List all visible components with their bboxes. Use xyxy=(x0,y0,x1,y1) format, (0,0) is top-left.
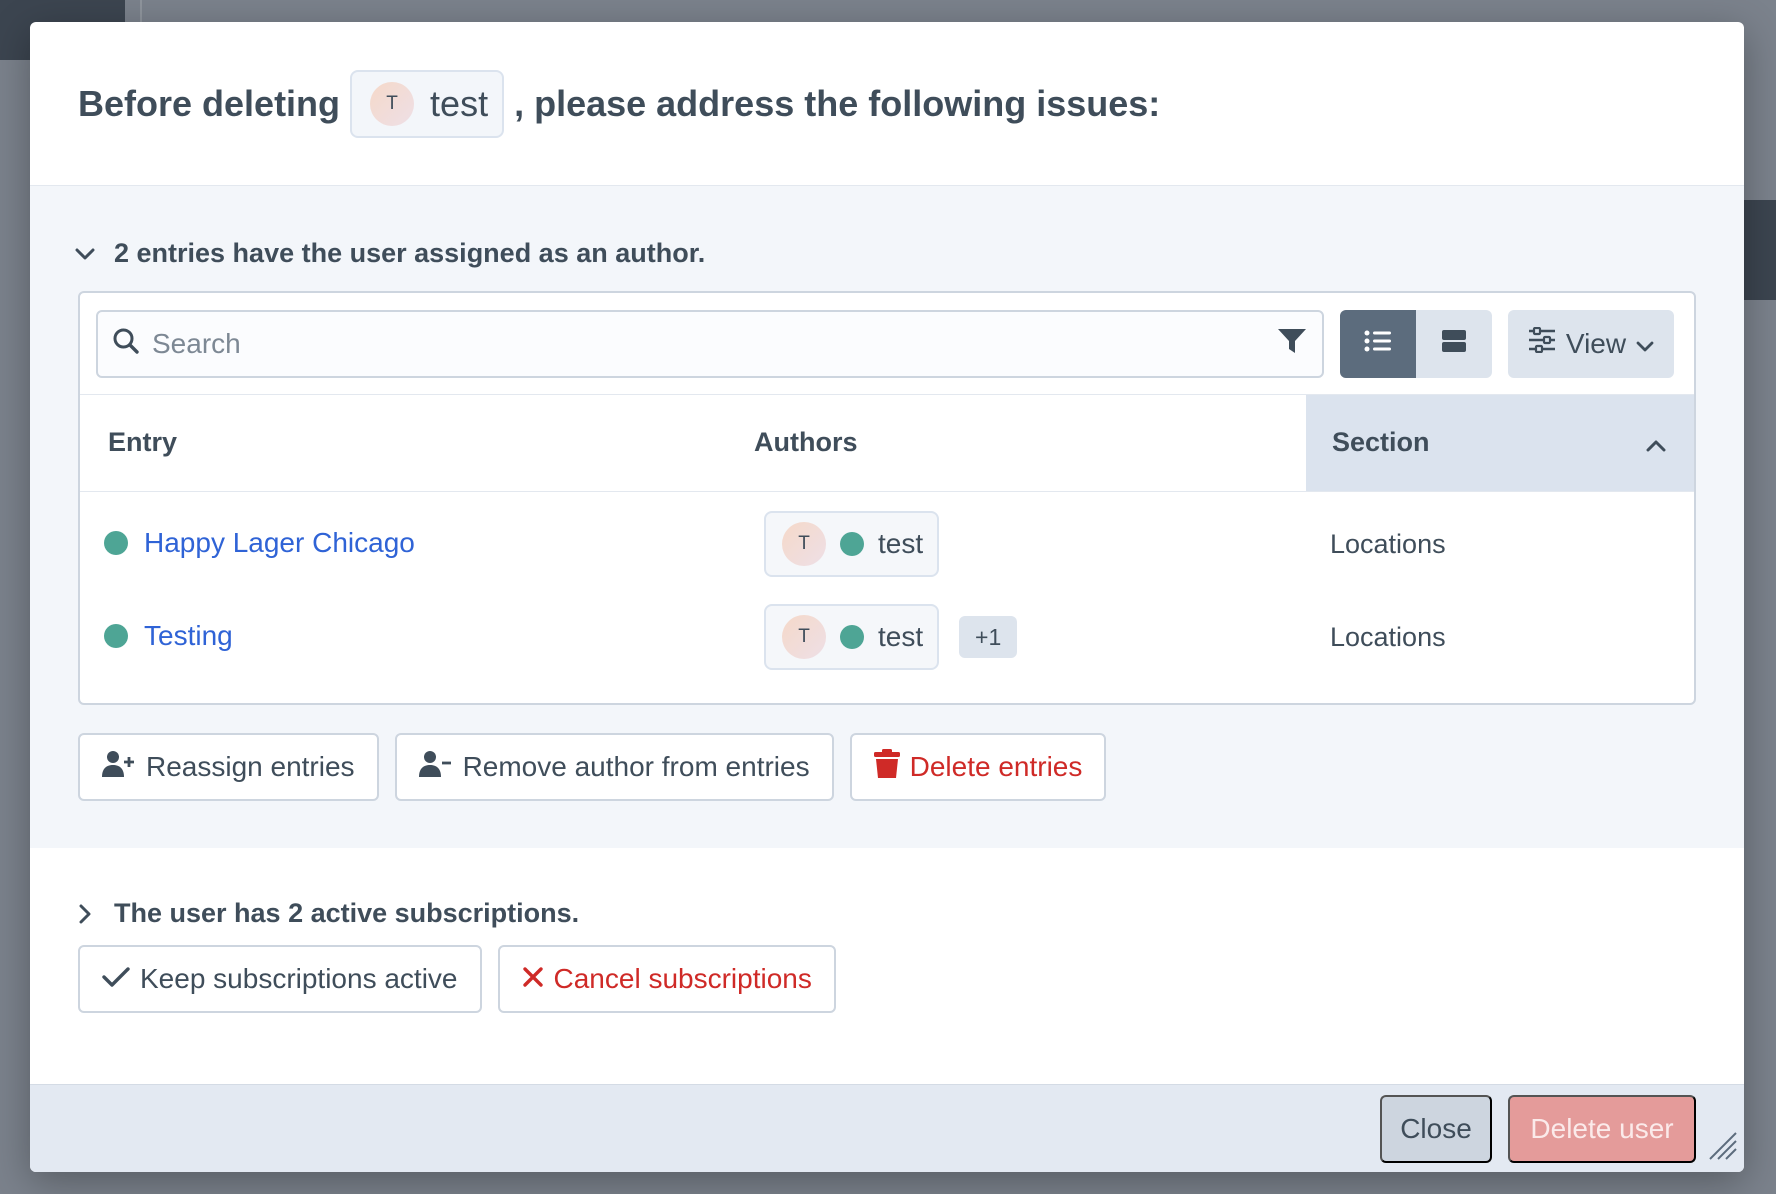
view-menu-label: View xyxy=(1565,327,1627,359)
section-cell: Locations xyxy=(1330,528,1446,559)
author-name: test xyxy=(878,621,924,652)
delete-entries-label: Delete entries xyxy=(909,751,1083,782)
close-icon xyxy=(522,963,544,995)
author-avatar: T xyxy=(782,615,826,659)
entry-title: Testing xyxy=(144,619,233,651)
list-icon xyxy=(1364,329,1392,358)
reassign-entries-label: Reassign entries xyxy=(146,751,355,782)
remove-author-label: Remove author from entries xyxy=(462,751,810,782)
author-name: test xyxy=(878,528,924,560)
author-avatar: T xyxy=(782,522,826,567)
entries-actions: Reassign entries Remove author from entr… xyxy=(78,733,1696,801)
table-row: Happy Lager Chicago T test Locations xyxy=(80,491,1694,589)
column-header-section-label: Section xyxy=(1332,427,1430,458)
sliders-icon xyxy=(1528,326,1556,360)
subscriptions-issue-toggle[interactable]: The user has 2 active subscriptions. xyxy=(72,898,1696,929)
entry-link[interactable]: Happy Lager Chicago xyxy=(104,527,415,559)
entries-toolbar: View xyxy=(80,293,1694,395)
more-authors-badge[interactable]: +1 xyxy=(959,616,1018,658)
subscriptions-issue-title: The user has 2 active subscriptions. xyxy=(114,898,580,928)
user-avatar: T xyxy=(370,81,415,126)
entries-issue-toggle[interactable]: 2 entries have the user assigned as an a… xyxy=(72,238,1696,269)
entries-issue-title: 2 entries have the user assigned as an a… xyxy=(114,238,706,268)
table-row: Testing T test +1 Locations xyxy=(80,589,1694,685)
view-menu-button[interactable]: View xyxy=(1508,309,1674,378)
trash-icon xyxy=(873,748,900,786)
cancel-subscriptions-label: Cancel subscriptions xyxy=(553,963,812,994)
keep-subscriptions-button[interactable]: Keep subscriptions active xyxy=(78,945,482,1013)
user-name: test xyxy=(430,82,489,124)
background-block xyxy=(1740,200,1776,300)
keep-subscriptions-label: Keep subscriptions active xyxy=(140,963,458,994)
status-live-icon xyxy=(104,623,128,648)
delete-entries-button[interactable]: Delete entries xyxy=(849,733,1107,801)
entry-title: Happy Lager Chicago xyxy=(144,526,415,558)
reassign-entries-button[interactable]: Reassign entries xyxy=(78,733,379,801)
chevron-right-icon xyxy=(72,901,98,927)
cancel-subscriptions-button[interactable]: Cancel subscriptions xyxy=(497,945,836,1013)
table-view-button[interactable] xyxy=(1340,309,1416,378)
authors-cell: T test xyxy=(754,491,1306,589)
background-divider xyxy=(140,0,142,22)
author-chip[interactable]: T test xyxy=(764,604,940,670)
user-plus-icon xyxy=(102,750,136,785)
cards-icon xyxy=(1441,329,1467,358)
sort-ascending-icon[interactable] xyxy=(1646,429,1666,460)
modal-title-prefix: Before deleting xyxy=(78,82,341,124)
entries-table: Entry Authors Section Happy Lager Chicag… xyxy=(80,395,1694,685)
entry-link[interactable]: Testing xyxy=(104,620,233,652)
entry-cell: Happy Lager Chicago xyxy=(80,491,754,589)
entry-cell: Testing xyxy=(80,589,754,685)
column-header-section[interactable]: Section xyxy=(1306,395,1694,492)
search-box xyxy=(96,309,1324,378)
search-icon xyxy=(112,327,140,360)
resize-handle-icon[interactable] xyxy=(1706,1129,1738,1166)
chevron-down-icon xyxy=(72,241,98,267)
column-header-authors[interactable]: Authors xyxy=(754,395,1306,492)
authors-cell: T test +1 xyxy=(754,589,1306,685)
chevron-down-icon xyxy=(1636,328,1654,360)
checkmark-icon xyxy=(102,963,130,995)
delete-user-button[interactable]: Delete user xyxy=(1508,1094,1696,1163)
remove-author-button[interactable]: Remove author from entries xyxy=(394,733,834,801)
column-header-entry[interactable]: Entry xyxy=(80,395,754,492)
subscriptions-actions: Keep subscriptions active Cancel subscri… xyxy=(78,945,1696,1013)
modal-title-suffix: , please address the following issues: xyxy=(514,82,1161,124)
user-minus-icon xyxy=(418,750,453,785)
filter-icon[interactable] xyxy=(1276,326,1308,361)
status-active-icon xyxy=(840,625,864,649)
card-view-button[interactable] xyxy=(1416,309,1492,378)
search-input[interactable] xyxy=(152,327,1264,360)
entries-card: View Entry Authors Section xyxy=(78,291,1696,705)
modal-footer: Close Delete user xyxy=(30,1084,1744,1172)
status-live-icon xyxy=(104,530,128,555)
author-chip[interactable]: T test xyxy=(764,511,940,578)
section-cell: Locations xyxy=(1330,621,1446,652)
entries-issue-section: 2 entries have the user assigned as an a… xyxy=(30,186,1744,848)
status-active-icon xyxy=(840,532,864,557)
delete-user-modal: Before deleting T test , please address … xyxy=(30,22,1744,1172)
subscriptions-issue-section: The user has 2 active subscriptions. Kee… xyxy=(30,848,1744,1084)
modal-header: Before deleting T test , please address … xyxy=(30,22,1744,186)
close-button[interactable]: Close xyxy=(1380,1094,1492,1163)
user-chip: T test xyxy=(350,69,505,138)
view-mode-toggle xyxy=(1340,309,1492,378)
